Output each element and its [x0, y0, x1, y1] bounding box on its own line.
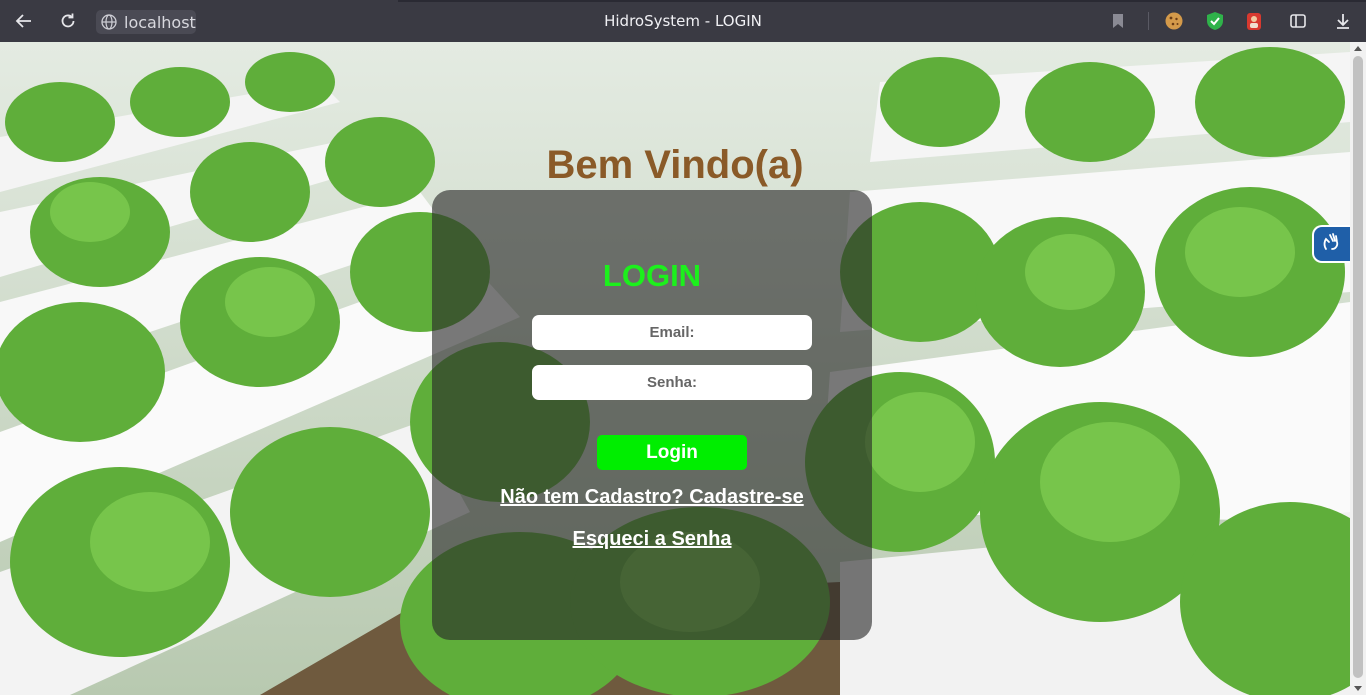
address-bar[interactable]: localhost [96, 10, 196, 34]
scroll-thumb[interactable] [1353, 56, 1363, 678]
login-title: LOGIN [602, 258, 702, 293]
sign-language-hands-icon [1321, 231, 1343, 258]
browser-toolbar: localhost HidroSystem - LOGIN [0, 0, 1366, 42]
tab-search-icon[interactable] [1288, 11, 1308, 31]
cookie-extension-icon[interactable] [1164, 11, 1184, 31]
reload-icon[interactable] [58, 11, 78, 31]
download-icon[interactable] [1333, 11, 1353, 31]
login-card: LOGIN Login Não tem Cadastro? Cadastre-s… [432, 190, 872, 640]
window-title: HidroSystem - LOGIN [604, 12, 762, 30]
page-viewport: Bem Vindo(a) LOGIN Login Não tem Cadastr… [0, 42, 1350, 695]
shield-extension-icon[interactable] [1205, 11, 1225, 31]
welcome-heading: Bem Vindo(a) [546, 143, 804, 187]
avatar-extension-icon[interactable] [1244, 11, 1264, 31]
scroll-up-arrow-icon[interactable] [1354, 46, 1362, 51]
scroll-down-arrow-icon[interactable] [1354, 686, 1362, 691]
url-host: localhost [124, 12, 196, 32]
password-field[interactable] [532, 365, 812, 400]
login-button[interactable]: Login [597, 435, 747, 470]
accessibility-widget-button[interactable] [1312, 225, 1350, 263]
globe-icon [100, 13, 118, 31]
signup-link[interactable]: Não tem Cadastro? Cadastre-se [432, 486, 872, 509]
vertical-scrollbar[interactable] [1350, 42, 1366, 695]
email-field[interactable] [532, 315, 812, 350]
forgot-password-link[interactable]: Esqueci a Senha [432, 528, 872, 551]
back-arrow-icon[interactable] [14, 11, 34, 31]
tab-strip-edge [398, 0, 1366, 2]
bookmark-icon[interactable] [1108, 11, 1128, 31]
toolbar-divider [1148, 12, 1149, 30]
